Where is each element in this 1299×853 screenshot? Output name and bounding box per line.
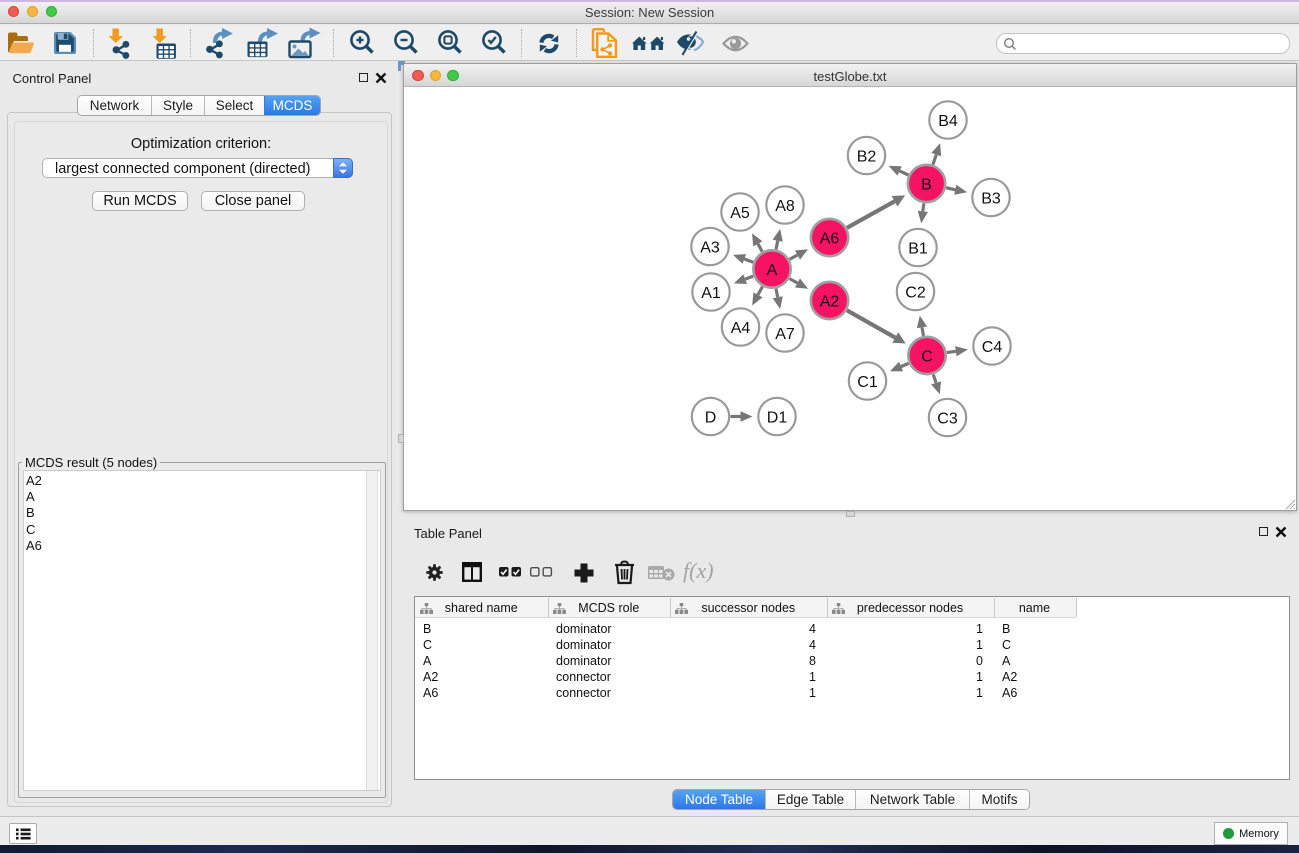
svg-text:A3: A3 (700, 240, 720, 257)
svg-text:A7: A7 (775, 326, 795, 343)
svg-text:A5: A5 (730, 205, 750, 222)
svg-text:D: D (705, 410, 717, 427)
svg-text:C: C (921, 349, 933, 366)
svg-text:A6: A6 (820, 231, 840, 248)
svg-text:B: B (921, 177, 932, 194)
svg-text:B4: B4 (938, 113, 958, 130)
svg-text:B1: B1 (908, 241, 928, 258)
svg-text:B2: B2 (857, 149, 877, 166)
svg-text:A4: A4 (731, 320, 751, 337)
svg-text:D1: D1 (767, 410, 788, 427)
svg-text:C3: C3 (937, 411, 958, 428)
svg-text:C2: C2 (905, 285, 926, 302)
svg-text:A: A (767, 262, 778, 279)
svg-text:C4: C4 (982, 339, 1003, 356)
svg-text:A1: A1 (701, 285, 721, 302)
svg-text:A8: A8 (775, 198, 795, 215)
svg-text:B3: B3 (981, 191, 1001, 208)
svg-text:A2: A2 (820, 294, 840, 311)
svg-text:C1: C1 (857, 374, 878, 391)
